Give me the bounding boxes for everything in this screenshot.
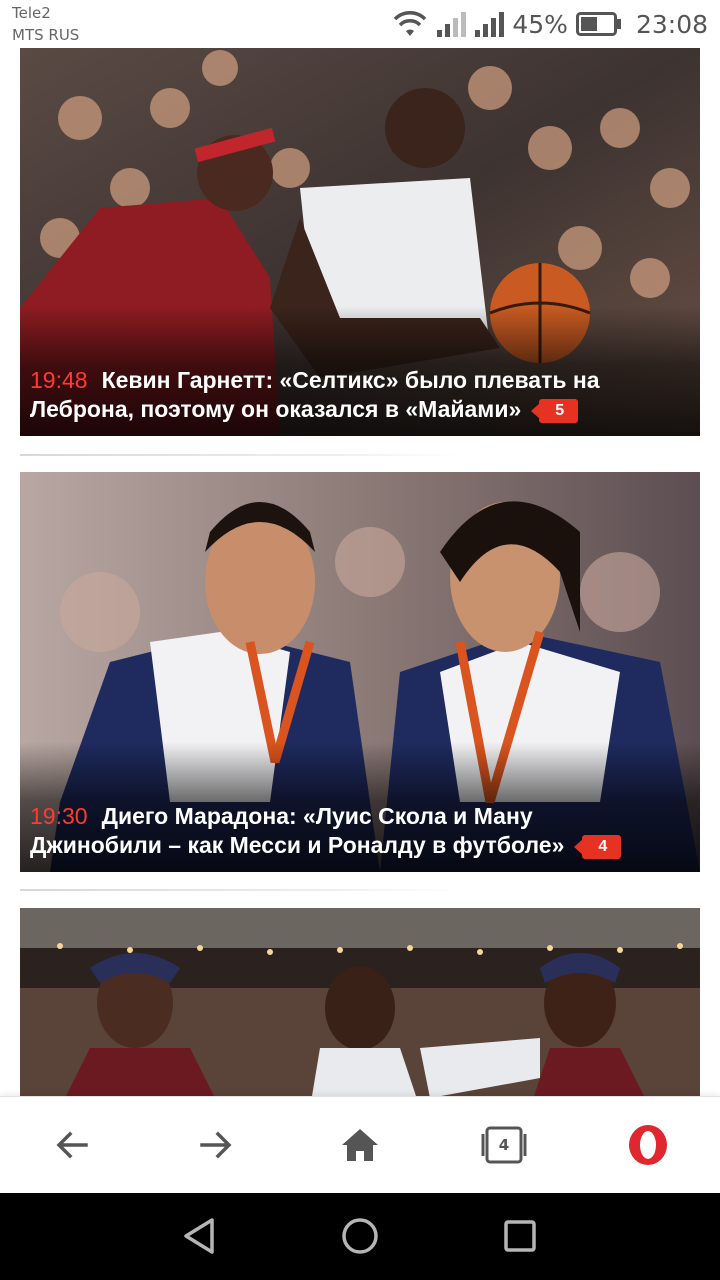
system-home-button[interactable] [336, 1212, 384, 1260]
system-recents-button[interactable] [496, 1212, 544, 1260]
tabs-count: 4 [498, 1136, 510, 1154]
signal-icon [436, 10, 467, 38]
news-time: 19:30 [30, 803, 88, 829]
news-caption[interactable]: 19:48 Кевин Гарнетт: «Селтикс» было плева… [20, 306, 700, 436]
battery-icon [575, 11, 622, 37]
status-bar: Tele2 MTS RUS 45% 23:08 [0, 0, 720, 48]
status-icons: 45% 23:08 [392, 6, 708, 42]
triangle-back-icon [184, 1218, 214, 1254]
wifi-icon [392, 10, 428, 38]
news-card[interactable]: 19:48 Кевин Гарнетт: «Селтикс» было плева… [20, 48, 700, 436]
browser-toolbar: 4 [0, 1096, 720, 1193]
screen: Tele2 MTS RUS 45% 23:08 19:48 Кевин Гарн… [0, 0, 720, 1280]
forward-button[interactable] [192, 1121, 240, 1169]
news-time: 19:48 [30, 367, 88, 393]
clock: 23:08 [635, 9, 708, 39]
battery-percent: 45% [512, 9, 568, 39]
divider [20, 889, 460, 891]
news-feed[interactable]: 19:48 Кевин Гарнетт: «Селтикс» было плева… [0, 48, 720, 1096]
carrier-name-secondary: MTS RUS [12, 26, 80, 44]
news-caption[interactable]: 19:30 Диего Марадона: «Луис Скола и Ману … [20, 742, 700, 872]
back-arrow-icon [56, 1131, 88, 1159]
news-headline[interactable]: Диего Марадона: «Луис Скола и Ману Джино… [30, 803, 564, 858]
opera-logo-icon [629, 1125, 667, 1165]
forward-arrow-icon [200, 1131, 232, 1159]
opera-menu-button[interactable] [624, 1121, 672, 1169]
news-card[interactable] [20, 908, 700, 1096]
square-recents-icon [504, 1220, 536, 1252]
home-icon [342, 1129, 378, 1161]
carrier-name-primary: Tele2 [12, 4, 51, 22]
system-back-button[interactable] [176, 1212, 224, 1260]
circle-home-icon [342, 1218, 378, 1254]
signal-icon [474, 10, 505, 38]
news-headline[interactable]: Кевин Гарнетт: «Селтикс» было плевать на… [30, 367, 600, 422]
back-button[interactable] [48, 1121, 96, 1169]
news-photo [20, 908, 700, 1096]
divider [20, 454, 460, 456]
news-card[interactable]: 19:30 Диего Марадона: «Луис Скола и Ману … [20, 472, 700, 872]
system-navigation-bar [0, 1192, 720, 1280]
comment-count-badge[interactable]: 4 [574, 835, 622, 859]
tabs-button[interactable]: 4 [480, 1121, 528, 1169]
comment-count-badge[interactable]: 5 [531, 399, 579, 423]
home-button[interactable] [336, 1121, 384, 1169]
